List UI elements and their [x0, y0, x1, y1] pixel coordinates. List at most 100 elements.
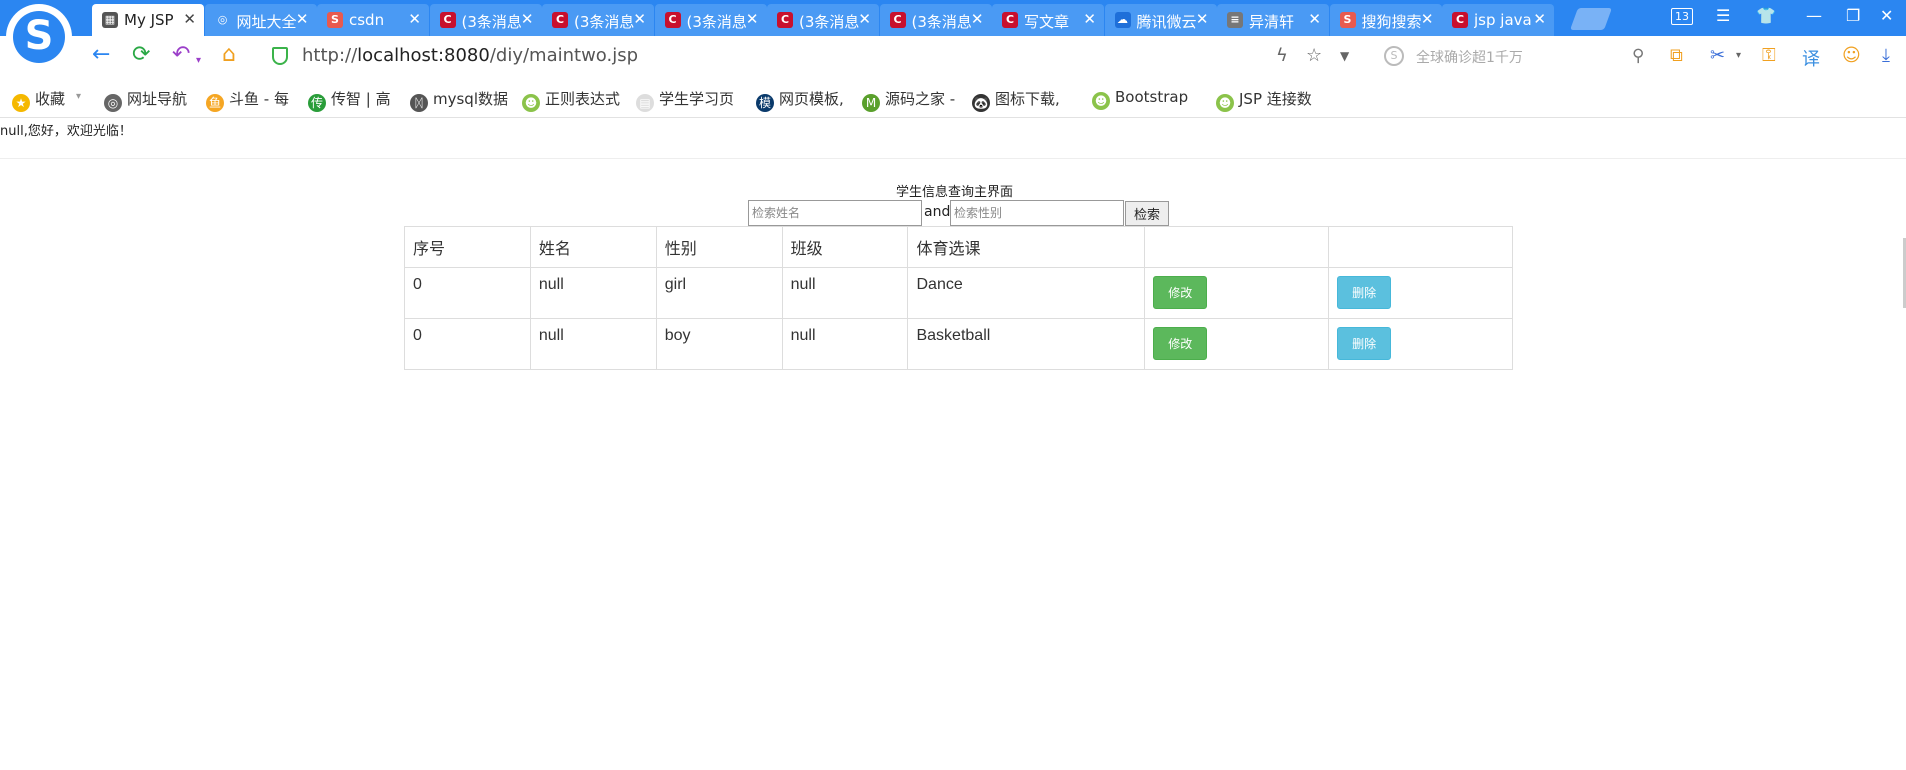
- page-content: null,您好，欢迎光临！ 学生信息查询主界面 and 检索 序号 姓名 性别 …: [0, 118, 1906, 770]
- edit-button[interactable]: 修改: [1153, 276, 1208, 309]
- close-tab-icon[interactable]: ✕: [296, 10, 309, 28]
- bookmark-item[interactable]: 鱼斗鱼 - 每: [206, 88, 289, 112]
- bookmark-label: 网页模板,: [779, 90, 844, 108]
- bookmark-item[interactable]: 传传智 | 高: [308, 88, 391, 112]
- browser-tab[interactable]: ☁ 腾讯微云 ✕: [1104, 4, 1217, 36]
- csdn-icon: C: [552, 12, 568, 28]
- header-edit: [1144, 226, 1330, 268]
- search-box[interactable]: S 全球确诊超1千万 ⚲: [1378, 42, 1654, 70]
- close-tab-icon[interactable]: ✕: [633, 10, 646, 28]
- chevron-down-icon[interactable]: ▾: [76, 91, 81, 102]
- bookmark-item[interactable]: 🐼 图标下载,: [972, 88, 1060, 112]
- delete-button[interactable]: 删除: [1337, 327, 1392, 360]
- browser-tab[interactable]: C 写文章 ✕: [992, 4, 1104, 36]
- key-icon[interactable]: ⚿: [1762, 45, 1776, 66]
- sogou-icon: S: [1339, 12, 1356, 28]
- smiley-icon[interactable]: ☺: [1842, 45, 1861, 66]
- download-icon[interactable]: ⤓: [1882, 45, 1890, 66]
- close-tab-icon[interactable]: ✕: [408, 10, 421, 28]
- search-button[interactable]: 检索: [1125, 201, 1169, 226]
- bookmark-star-icon[interactable]: ☆: [1306, 45, 1322, 66]
- undo-icon[interactable]: ↶: [172, 44, 190, 66]
- bookmark-label: 源码之家 -: [885, 90, 956, 108]
- bookmark-item[interactable]: ▤ 学生学习页: [636, 88, 734, 112]
- browser-tab[interactable]: ≡ 异清轩 ✕: [1217, 4, 1329, 36]
- search-name-input[interactable]: [748, 200, 922, 226]
- tab-label: jsp java: [1474, 11, 1532, 29]
- csdn-icon: C: [1002, 12, 1018, 28]
- header-gender: 性别: [655, 226, 783, 268]
- back-icon[interactable]: ←: [92, 44, 110, 66]
- tab-label: 腾讯微云: [1136, 13, 1197, 31]
- template-icon: 模: [756, 94, 774, 112]
- browser-tab[interactable]: Scsdn ✕: [317, 4, 429, 36]
- lightning-icon[interactable]: ϟ: [1276, 45, 1288, 66]
- restore-icon[interactable]: ❐: [1846, 6, 1860, 25]
- header-class: 班级: [781, 226, 909, 268]
- secure-shield-icon: [272, 47, 288, 65]
- minimize-icon[interactable]: —: [1806, 6, 1822, 25]
- reload-icon[interactable]: ⟳: [132, 44, 150, 66]
- bookmark-item[interactable]: ☻ 正则表达式: [522, 88, 620, 112]
- cell-delete: 删除: [1328, 267, 1513, 319]
- close-tab-icon[interactable]: ✕: [971, 10, 984, 28]
- browser-tab[interactable]: C (3条消息 ✕: [542, 4, 654, 36]
- table-header-row: 序号 姓名 性别 班级 体育选课: [404, 226, 1513, 268]
- frog-icon: ☻: [1092, 92, 1110, 110]
- cell-class: null: [781, 267, 909, 319]
- delete-button[interactable]: 删除: [1337, 276, 1392, 309]
- chevron-down-icon[interactable]: ▾: [196, 50, 201, 72]
- tab-count-badge[interactable]: 13: [1671, 8, 1693, 25]
- close-tab-icon[interactable]: ✕: [746, 10, 759, 28]
- bookmark-item[interactable]: M 源码之家 -: [862, 88, 955, 112]
- translate-icon[interactable]: 译: [1802, 45, 1820, 71]
- close-tab-icon[interactable]: ✕: [521, 10, 534, 28]
- header-id: 序号: [404, 226, 531, 268]
- browser-tab[interactable]: ◎ 网址大全 ✕: [204, 4, 317, 36]
- bookmark-item[interactable]: ◎ 网址导航: [104, 88, 187, 112]
- tab-label: (3条消息: [461, 13, 522, 31]
- browser-tab[interactable]: Cjsp java ✕: [1442, 4, 1554, 36]
- close-tab-icon[interactable]: ✕: [1083, 10, 1096, 28]
- student-table: 序号 姓名 性别 班级 体育选课 0 null girl null Dance …: [404, 226, 1513, 370]
- skin-icon[interactable]: 👕: [1756, 6, 1776, 25]
- scissors-icon[interactable]: ✂: [1710, 45, 1725, 66]
- cell-gender: girl: [655, 267, 783, 319]
- header-sport: 体育选课: [907, 226, 1146, 268]
- browser-tab[interactable]: C (3条消息 ✕: [879, 4, 992, 36]
- bookmark-item[interactable]: ☻ Bootstrap: [1092, 88, 1188, 110]
- bookmark-item[interactable]: ☻ JSP 连接数: [1216, 88, 1312, 112]
- bookmark-item[interactable]: ᛞ mysql数据: [410, 88, 508, 112]
- browser-tab[interactable]: C (3条消息 ✕: [654, 4, 767, 36]
- page-icon: ▦: [102, 12, 118, 28]
- browser-tab[interactable]: C (3条消息 ✕: [767, 4, 879, 36]
- bookmark-item[interactable]: ★ 收藏: [12, 88, 65, 112]
- browser-logo[interactable]: S: [6, 4, 72, 70]
- new-tab-button[interactable]: [1569, 8, 1613, 30]
- extension-icon[interactable]: ⧉: [1670, 45, 1683, 66]
- close-tab-icon[interactable]: ✕: [1533, 10, 1546, 28]
- chevron-down-icon[interactable]: ▾: [1736, 50, 1741, 61]
- close-tab-icon[interactable]: ✕: [1421, 10, 1434, 28]
- browser-tab[interactable]: C (3条消息 ✕: [429, 4, 542, 36]
- chevron-down-icon[interactable]: ▼: [1340, 49, 1349, 63]
- search-gender-input[interactable]: [950, 200, 1124, 226]
- close-tab-icon[interactable]: ✕: [1196, 10, 1209, 28]
- close-tab-icon[interactable]: ✕: [858, 10, 871, 28]
- tab-label: 异清轩: [1249, 13, 1295, 31]
- and-label: and: [924, 204, 951, 220]
- edit-button[interactable]: 修改: [1153, 327, 1208, 360]
- browser-tab[interactable]: ▦ My JSP ✕: [92, 4, 204, 36]
- bookmark-label: 收藏: [35, 90, 66, 108]
- home-icon[interactable]: ⌂: [222, 44, 236, 66]
- cell-edit: 修改: [1144, 267, 1330, 319]
- browser-tab[interactable]: S 搜狗搜索 ✕: [1329, 4, 1442, 36]
- close-tab-icon[interactable]: ✕: [183, 10, 196, 28]
- close-tab-icon[interactable]: ✕: [1308, 10, 1321, 28]
- menu-icon[interactable]: ☰: [1716, 6, 1730, 25]
- url-host: localhost:8080: [357, 45, 490, 66]
- bookmark-item[interactable]: 模网页模板,: [756, 88, 844, 112]
- close-window-icon[interactable]: ✕: [1880, 6, 1893, 25]
- url-field[interactable]: http://localhost:8080/diy/maintwo.jsp: [302, 45, 638, 66]
- search-icon[interactable]: ⚲: [1632, 46, 1644, 66]
